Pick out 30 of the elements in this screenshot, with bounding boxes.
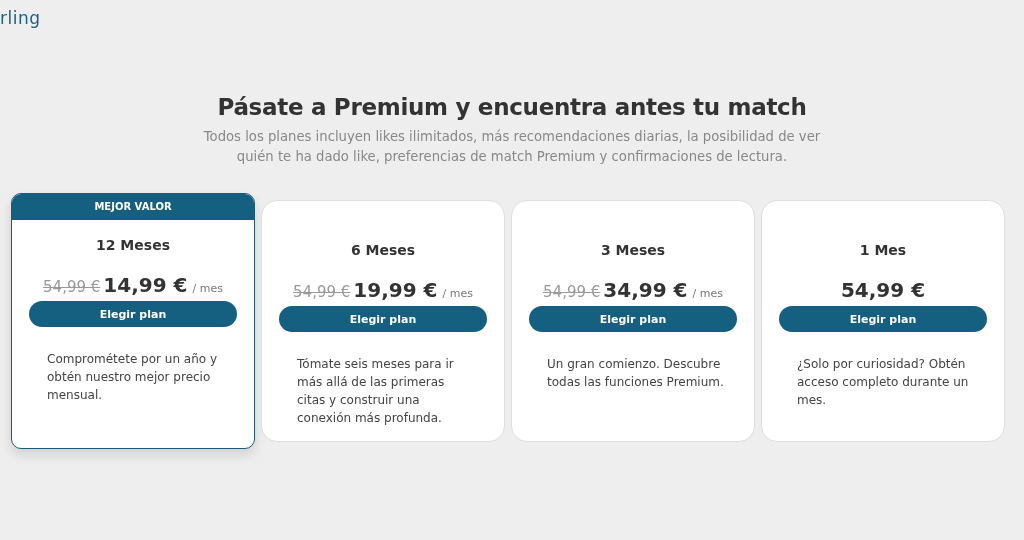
plan-price: 34,99 € bbox=[603, 278, 688, 302]
plan-description: Un gran comienzo. Descubre todas las funciones Premium. bbox=[547, 356, 725, 391]
choose-plan-button[interactable]: Elegir plan bbox=[29, 301, 237, 327]
page-subheading: Todos los planes incluyen likes ilimitados, más recomendaciones diarias, la posibilidad de ver quién te ha dado like, preferencias de match Premium y confirmaciones de lectura. bbox=[202, 128, 822, 166]
plan-description: Comprométete por un año y obtén nuestro mejor precio mensual. bbox=[47, 351, 219, 404]
plan-price: 14,99 € bbox=[103, 273, 188, 297]
plan-card[interactable]: 3 Meses 54,99 €34,99 € / mes Elegir plan Un gran comienzo. Descubre todas las funciones Premium. bbox=[511, 200, 755, 442]
plan-title: 12 Meses bbox=[96, 237, 170, 255]
price-period: / mes bbox=[192, 282, 223, 295]
plan-card[interactable]: 6 Meses 54,99 €19,99 € / mes Elegir plan Tómate seis meses para ir más allá de las primeras citas y construir una conexión más profunda. bbox=[261, 200, 505, 442]
plan-badge: MEJOR VALOR bbox=[12, 194, 254, 220]
page-heading: Pásate a Premium y encuentra antes tu match bbox=[216, 94, 808, 120]
plan-card[interactable]: 1 Mes 54,99 € Elegir plan ¿Solo por curiosidad? Obtén acceso completo durante un mes. bbox=[761, 200, 1005, 442]
plan-card[interactable]: MEJOR VALOR 12 Meses 54,99 €14,99 € / mes Elegir plan Comprométete por un año y obtén nuestro mejor precio mensual. bbox=[11, 193, 255, 449]
price-period: / mes bbox=[692, 287, 723, 300]
plan-price: 54,99 € bbox=[840, 278, 926, 302]
plan-description: Tómate seis meses para ir más allá de las primeras citas y construir una conexión más profunda. bbox=[297, 356, 455, 427]
plan-description: ¿Solo por curiosidad? Obtén acceso completo durante un mes. bbox=[797, 356, 970, 409]
plan-title: 1 Mes bbox=[859, 242, 907, 260]
logo-text[interactable]: rling bbox=[0, 8, 41, 28]
plan-title: 6 Meses bbox=[350, 242, 416, 260]
choose-plan-button[interactable]: Elegir plan bbox=[779, 306, 987, 332]
old-price: 54,99 € bbox=[293, 283, 351, 301]
old-price: 54,99 € bbox=[43, 278, 101, 296]
choose-plan-button[interactable]: Elegir plan bbox=[279, 306, 487, 332]
old-price: 54,99 € bbox=[543, 283, 601, 301]
plan-price: 19,99 € bbox=[353, 278, 438, 302]
price-period: / mes bbox=[442, 287, 473, 300]
choose-plan-button[interactable]: Elegir plan bbox=[529, 306, 737, 332]
plan-title: 3 Meses bbox=[600, 242, 666, 260]
